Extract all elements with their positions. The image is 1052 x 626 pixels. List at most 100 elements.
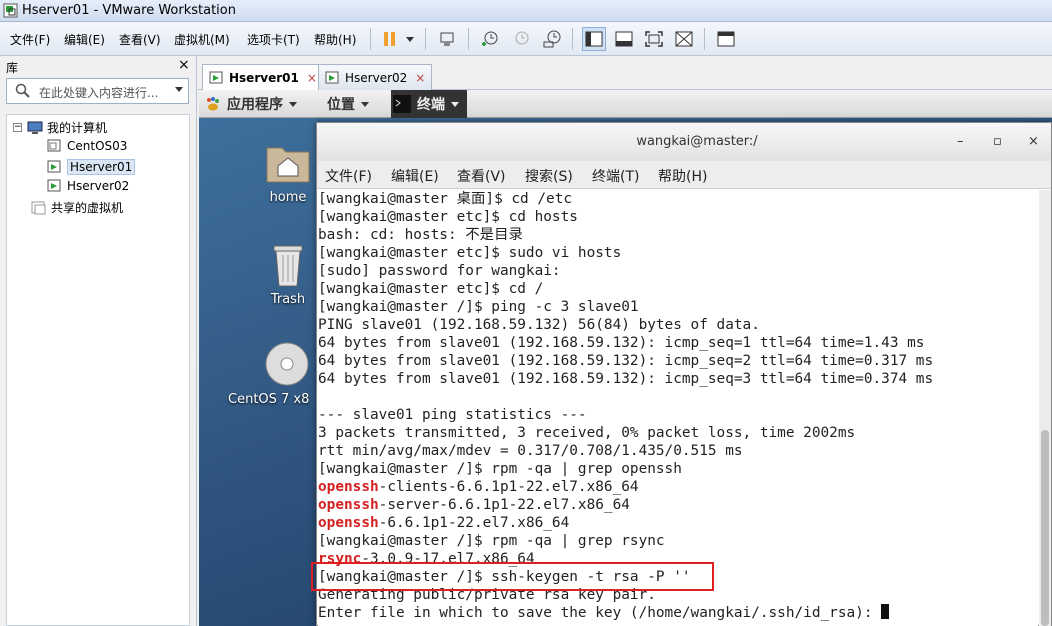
- terminal-match-highlight: openssh: [318, 515, 379, 531]
- terminal-scrollbar[interactable]: [1039, 190, 1051, 626]
- taskbar-terminal-button[interactable]: 终端: [391, 90, 467, 118]
- tree-collapse-toggle[interactable]: −: [13, 123, 22, 132]
- send-ctrl-alt-del-icon: [440, 32, 454, 46]
- places-menu[interactable]: 位置: [327, 94, 369, 114]
- maximize-button[interactable]: ▫: [993, 134, 1002, 149]
- pause-button[interactable]: [377, 27, 417, 51]
- snapshot-manager-button[interactable]: [540, 27, 564, 51]
- window-titlebar: Hserver01 - VMware Workstation: [0, 0, 1052, 22]
- disc-icon: [265, 342, 309, 386]
- terminal-menu-help[interactable]: 帮助(H): [658, 166, 707, 186]
- terminal-line-text: [wangkai@master etc]$ cd /: [318, 281, 544, 297]
- terminal-line: 64 bytes from slave01 (192.168.59.132): …: [318, 352, 1038, 370]
- view-library-icon: [585, 31, 603, 47]
- terminal-line: 64 bytes from slave01 (192.168.59.132): …: [318, 334, 1038, 352]
- snapshot-revert-button[interactable]: [509, 27, 533, 51]
- home-folder-icon: [266, 147, 310, 183]
- tab-close-button[interactable]: ×: [415, 71, 425, 85]
- desktop-icon-centos-disc[interactable]: CentOS 7 x8: [223, 340, 323, 407]
- terminal-line: PING slave01 (192.168.59.132) 56(84) byt…: [318, 316, 1038, 334]
- tab-close-button[interactable]: ×: [307, 71, 317, 85]
- terminal-line-text: -server-6.6.1p1-22.el7.x86_64: [378, 497, 630, 513]
- chevron-down-icon: [289, 101, 297, 107]
- terminal-line: openssh-clients-6.6.1p1-22.el7.x86_64: [318, 478, 1038, 496]
- menu-file[interactable]: 文件(F): [10, 31, 50, 48]
- terminal-menu-view[interactable]: 查看(V): [457, 166, 506, 186]
- fullscreen-button[interactable]: [642, 27, 666, 51]
- computer-icon: [27, 121, 43, 134]
- terminal-line-text: rtt min/avg/max/mdev = 0.317/0.708/1.435…: [318, 443, 743, 459]
- snapshot-revert-icon: [515, 31, 529, 45]
- terminal-line: [wangkai@master etc]$ cd /: [318, 280, 1038, 298]
- thumbnail-button[interactable]: [714, 27, 738, 51]
- terminal-line: openssh-server-6.6.1p1-22.el7.x86_64: [318, 496, 1038, 514]
- applications-menu-label: 应用程序: [227, 97, 283, 113]
- send-ctrl-alt-del-button[interactable]: [436, 27, 460, 51]
- terminal-line-text: [wangkai@master /]$ rpm -qa | grep rsync: [318, 533, 665, 549]
- applications-menu[interactable]: 应用程序: [205, 94, 297, 114]
- terminal-line: bash: cd: hosts: 不是目录: [318, 226, 1038, 244]
- vm-running-icon: [47, 160, 61, 173]
- search-placeholder: 在此处键入内容进行...: [39, 86, 159, 100]
- view-library-button[interactable]: [582, 27, 606, 51]
- tree-node-hserver02[interactable]: Hserver02: [47, 179, 129, 193]
- terminal-menu-file[interactable]: 文件(F): [325, 166, 372, 186]
- menu-tabs[interactable]: 选项卡(T): [247, 31, 300, 48]
- terminal-line: 3 packets transmitted, 3 received, 0% pa…: [318, 424, 1038, 442]
- snapshot-take-button[interactable]: [478, 27, 502, 51]
- tree-node-label: 共享的虚拟机: [51, 201, 124, 215]
- terminal-line-text: [wangkai@master etc]$ sudo vi hosts: [318, 245, 622, 261]
- gnome-foot-icon: [207, 97, 219, 111]
- chevron-down-icon[interactable]: [175, 87, 183, 92]
- terminal-menu-search[interactable]: 搜索(S): [525, 166, 573, 186]
- library-search-input[interactable]: 在此处键入内容进行...: [6, 78, 189, 104]
- tree-node-my-computer[interactable]: 我的计算机: [27, 119, 107, 136]
- tab-hserver01[interactable]: Hserver01 ×: [202, 64, 324, 91]
- menu-view[interactable]: 查看(V): [119, 31, 161, 48]
- terminal-line: [wangkai@master /]$ rpm -qa | grep rsync: [318, 532, 1038, 550]
- terminal-line: [wangkai@master etc]$ cd hosts: [318, 208, 1038, 226]
- terminal-line: rtt min/avg/max/mdev = 0.317/0.708/1.435…: [318, 442, 1038, 460]
- terminal-menu-terminal[interactable]: 终端(T): [592, 166, 639, 186]
- tree-node-shared-vms[interactable]: 共享的虚拟机: [31, 199, 123, 216]
- taskbar-terminal-label: 终端: [417, 97, 445, 113]
- view-console-button[interactable]: [612, 27, 636, 51]
- menu-edit[interactable]: 编辑(E): [64, 31, 105, 48]
- terminal-title: wangkai@master:/: [636, 134, 758, 149]
- trash-icon: [273, 245, 303, 287]
- unity-button[interactable]: [672, 27, 696, 51]
- fullscreen-icon: [645, 31, 663, 47]
- tab-hserver02[interactable]: Hserver02 ×: [318, 64, 433, 90]
- terminal-line-text: 64 bytes from slave01 (192.168.59.132): …: [318, 353, 934, 369]
- terminal-line-text: 64 bytes from slave01 (192.168.59.132): …: [318, 335, 925, 351]
- terminal-line: [sudo] password for wangkai:: [318, 262, 1038, 280]
- close-button[interactable]: ×: [1028, 134, 1039, 149]
- toolbar-separator: [704, 28, 705, 50]
- terminal-window: wangkai@master:/ – ▫ × 文件(F) 编辑(E) 查看(V)…: [316, 122, 1052, 626]
- terminal-line: [wangkai@master etc]$ sudo vi hosts: [318, 244, 1038, 262]
- scrollbar-thumb[interactable]: [1041, 430, 1049, 626]
- terminal-line-text: bash: cd: hosts: 不是目录: [318, 227, 523, 243]
- tree-node-hserver01[interactable]: Hserver01: [47, 159, 136, 175]
- terminal-line-text: -clients-6.6.1p1-22.el7.x86_64: [378, 479, 639, 495]
- shared-vm-icon: [31, 201, 46, 214]
- tree-node-centos03[interactable]: CentOS03: [47, 139, 127, 153]
- terminal-line-text: 3 packets transmitted, 3 received, 0% pa…: [318, 425, 856, 441]
- menu-help[interactable]: 帮助(H): [314, 31, 356, 48]
- view-console-icon: [615, 31, 633, 47]
- library-close-button[interactable]: ×: [178, 57, 190, 73]
- terminal-menu-edit[interactable]: 编辑(E): [391, 166, 439, 186]
- highlight-box: [311, 562, 714, 591]
- terminal-output[interactable]: [wangkai@master 桌面]$ cd /etc [wangkai@mas…: [318, 190, 1038, 626]
- tree-node-label: CentOS03: [67, 139, 128, 153]
- library-panel: 库 × 在此处键入内容进行... − 我的计算机 CentOS03 Hserve…: [0, 56, 197, 626]
- tab-label: Hserver01: [229, 71, 299, 85]
- menu-vm[interactable]: 虚拟机(M): [174, 31, 230, 48]
- terminal-line-text: Enter file in which to save the key (/ho…: [318, 605, 882, 621]
- chevron-down-icon: [451, 101, 459, 107]
- tree-node-label: 我的计算机: [47, 121, 108, 135]
- terminal-line-text: [wangkai@master 桌面]$ cd /etc: [318, 191, 573, 207]
- minimize-button[interactable]: –: [957, 134, 964, 149]
- tree-node-label: Hserver02: [67, 179, 130, 193]
- pause-icon: [384, 32, 414, 46]
